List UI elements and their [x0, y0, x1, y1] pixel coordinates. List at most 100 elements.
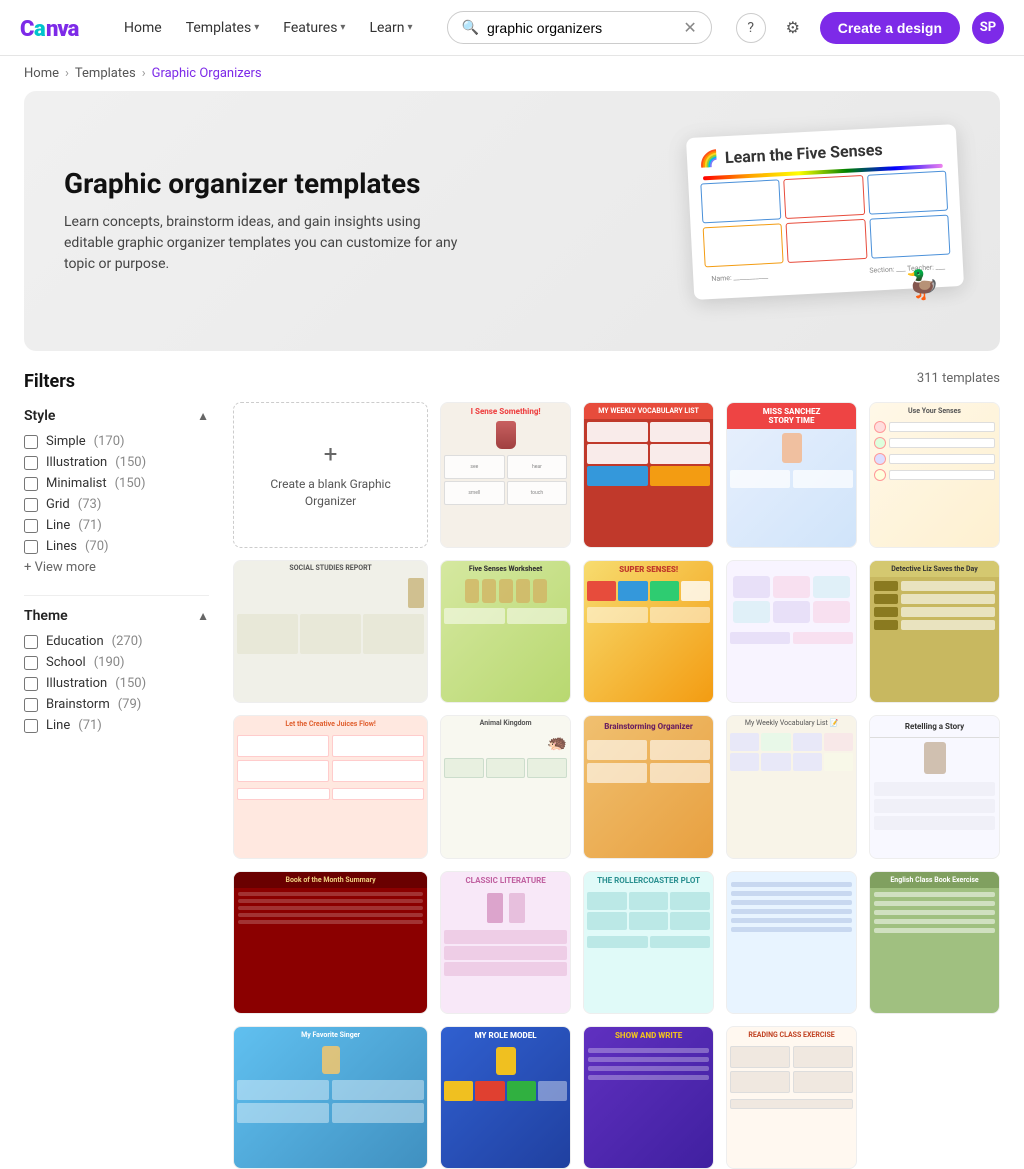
nav-features[interactable]: Features ▾: [273, 14, 355, 42]
template-label: Book of the Month Summary: [234, 1013, 427, 1014]
template-thumbnail: [727, 872, 856, 1013]
nav-templates[interactable]: Templates ▾: [176, 14, 270, 42]
template-thumbnail: MY WEEKLY VOCABULARY LIST: [584, 403, 713, 547]
filter-minimalist-checkbox[interactable]: [24, 477, 38, 491]
search-input[interactable]: [487, 20, 675, 36]
hero-description: Learn concepts, brainstorm ideas, and ga…: [64, 212, 464, 275]
hero-duck: 🦆: [905, 268, 940, 301]
nav-right: ? ⚙ Create a design SP: [736, 12, 1004, 44]
theme-options: Education (270) School (190) Illustratio…: [24, 634, 209, 733]
sidebar: Filters Style ▲ Simple (170) Illustratio…: [24, 371, 209, 1169]
filter-education-checkbox[interactable]: [24, 635, 38, 649]
template-label: The Rollercoaster Plot: [584, 1013, 713, 1014]
filter-illustration[interactable]: Illustration (150): [24, 455, 209, 470]
search-icon: 🔍: [462, 20, 479, 36]
template-card[interactable]: CLASSIC LITERATURE Classic Literature: [440, 871, 571, 1014]
template-card[interactable]: My Favorite Singer My Favorite Singer: [233, 1026, 428, 1169]
template-card[interactable]: I Sense Something! see hear smell touch …: [440, 402, 571, 548]
template-card[interactable]: SHOW AND WRITE Show and Write: [583, 1026, 714, 1169]
filter-brainstorm[interactable]: Brainstorm (79): [24, 697, 209, 712]
template-card[interactable]: READING CLASS EXERCISE Reading Class Exe…: [726, 1026, 857, 1169]
nav-home[interactable]: Home: [114, 14, 172, 42]
filter-grid[interactable]: Grid (73): [24, 497, 209, 512]
hero-section: Graphic organizer templates Learn concep…: [24, 91, 1000, 351]
avatar[interactable]: SP: [972, 12, 1004, 44]
filter-simple[interactable]: Simple (170): [24, 434, 209, 449]
hero-text: Graphic organizer templates Learn concep…: [64, 167, 464, 275]
filter-line[interactable]: Line (71): [24, 518, 209, 533]
template-label: Detective Liz Saves the Day: [870, 702, 999, 703]
filter-line-checkbox[interactable]: [24, 519, 38, 533]
theme-section-header[interactable]: Theme ▲: [24, 608, 209, 624]
search-clear-icon[interactable]: ✕: [683, 18, 696, 37]
template-label: Super Senses!: [584, 702, 713, 703]
template-card[interactable]: MY WEEKLY VOCABULARY LIST My Weekly Voca…: [583, 402, 714, 548]
filter-brainstorm-checkbox[interactable]: [24, 698, 38, 712]
style-section-header[interactable]: Style ▲: [24, 408, 209, 424]
filter-line-theme-checkbox[interactable]: [24, 719, 38, 733]
template-card[interactable]: [726, 560, 857, 703]
template-card[interactable]: Detective Liz Saves the Day: [869, 560, 1000, 703]
breadcrumb-sep2: ›: [142, 66, 146, 81]
main-layout: Filters Style ▲ Simple (170) Illustratio…: [0, 351, 1024, 1169]
template-thumbnail: Book of the Month Summary: [234, 872, 427, 1013]
settings-button[interactable]: ⚙: [778, 13, 808, 43]
template-card[interactable]: [726, 871, 857, 1014]
template-card[interactable]: My Weekly Vocabulary List 📝 My Weekly Vo…: [726, 715, 857, 858]
template-label: I Sense Something!: [441, 547, 570, 548]
template-card[interactable]: MY ROLE MODEL ROLE MODEL: [440, 1026, 571, 1169]
breadcrumb-templates[interactable]: Templates: [75, 66, 136, 81]
filter-lines[interactable]: Lines (70): [24, 539, 209, 554]
template-thumbnail: Retelling a Story: [870, 716, 999, 857]
template-card[interactable]: Brainstorming Organizer Brainstorming Or…: [583, 715, 714, 858]
template-card[interactable]: Let the Creative Juices Flow! Let the Cr…: [233, 715, 428, 858]
nav-learn[interactable]: Learn ▾: [359, 14, 422, 42]
filter-simple-checkbox[interactable]: [24, 435, 38, 449]
template-grid: + Create a blank Graphic Organizer I Sen…: [233, 402, 1000, 1169]
template-card[interactable]: Five Senses Worksheet Five Senses Worksh…: [440, 560, 571, 703]
svg-text:a: a: [34, 17, 46, 40]
filter-minimalist[interactable]: Minimalist (150): [24, 476, 209, 491]
template-card[interactable]: Book of the Month Summary Book of the Mo…: [233, 871, 428, 1014]
blank-card-label: Create a blank Graphic Organizer: [250, 476, 411, 510]
template-card[interactable]: SOCIAL STUDIES REPORT Social Studies Rep…: [233, 560, 428, 703]
content-header: 311 templates: [233, 371, 1000, 386]
filter-education[interactable]: Education (270): [24, 634, 209, 649]
template-thumbnail: READING CLASS EXERCISE: [727, 1027, 856, 1168]
filter-lines-checkbox[interactable]: [24, 540, 38, 554]
template-thumbnail: [727, 561, 856, 702]
blank-template-card[interactable]: + Create a blank Graphic Organizer: [233, 402, 428, 548]
create-design-button[interactable]: Create a design: [820, 12, 960, 44]
template-card[interactable]: Retelling a Story Retelling a Story: [869, 715, 1000, 858]
filter-school-checkbox[interactable]: [24, 656, 38, 670]
template-card[interactable]: English Class Book Exercise English Clas…: [869, 871, 1000, 1014]
help-button[interactable]: ?: [736, 13, 766, 43]
filter-illustration-checkbox[interactable]: [24, 456, 38, 470]
navbar: C a nva Home Templates ▾ Features ▾ Lear…: [0, 0, 1024, 56]
breadcrumb-home[interactable]: Home: [24, 66, 59, 81]
template-card[interactable]: THE ROLLERCOASTER PLOT The Rollerco: [583, 871, 714, 1014]
template-thumbnail: Five Senses Worksheet: [441, 561, 570, 702]
logo[interactable]: C a nva: [20, 16, 90, 40]
content-area: 311 templates + Create a blank Graphic O…: [209, 371, 1000, 1169]
template-thumbnail: MY ROLE MODEL: [441, 1027, 570, 1168]
filter-illustration-theme[interactable]: Illustration (150): [24, 676, 209, 691]
theme-filter-section: Theme ▲ Education (270) School (190) Ill…: [24, 608, 209, 733]
filter-illustration-theme-checkbox[interactable]: [24, 677, 38, 691]
filter-line-theme[interactable]: Line (71): [24, 718, 209, 733]
template-thumbnail: My Weekly Vocabulary List 📝: [727, 716, 856, 857]
template-count: 311 templates: [917, 371, 1000, 386]
filter-grid-checkbox[interactable]: [24, 498, 38, 512]
template-label: [727, 1013, 856, 1014]
view-more-style[interactable]: + View more: [24, 560, 209, 575]
template-card[interactable]: Use Your Senses: [869, 402, 1000, 548]
template-card[interactable]: MISS SANCHEZSTORY TIME Miss Sanchez Stor…: [726, 402, 857, 548]
filter-school[interactable]: School (190): [24, 655, 209, 670]
template-label: Brainstorming Organizer: [584, 858, 713, 859]
template-card[interactable]: Animal Kingdom 🦔 Animal Kingdom: [440, 715, 571, 858]
hero-card-cell: [869, 215, 950, 259]
template-label: Miss Sanchez Story Time: [727, 547, 856, 548]
style-filter-section: Style ▲ Simple (170) Illustration (150) …: [24, 408, 209, 575]
template-card[interactable]: SUPER SENSES! Super Senses!: [583, 560, 714, 703]
template-label: Let the Creative Juices Flow!: [234, 858, 427, 859]
